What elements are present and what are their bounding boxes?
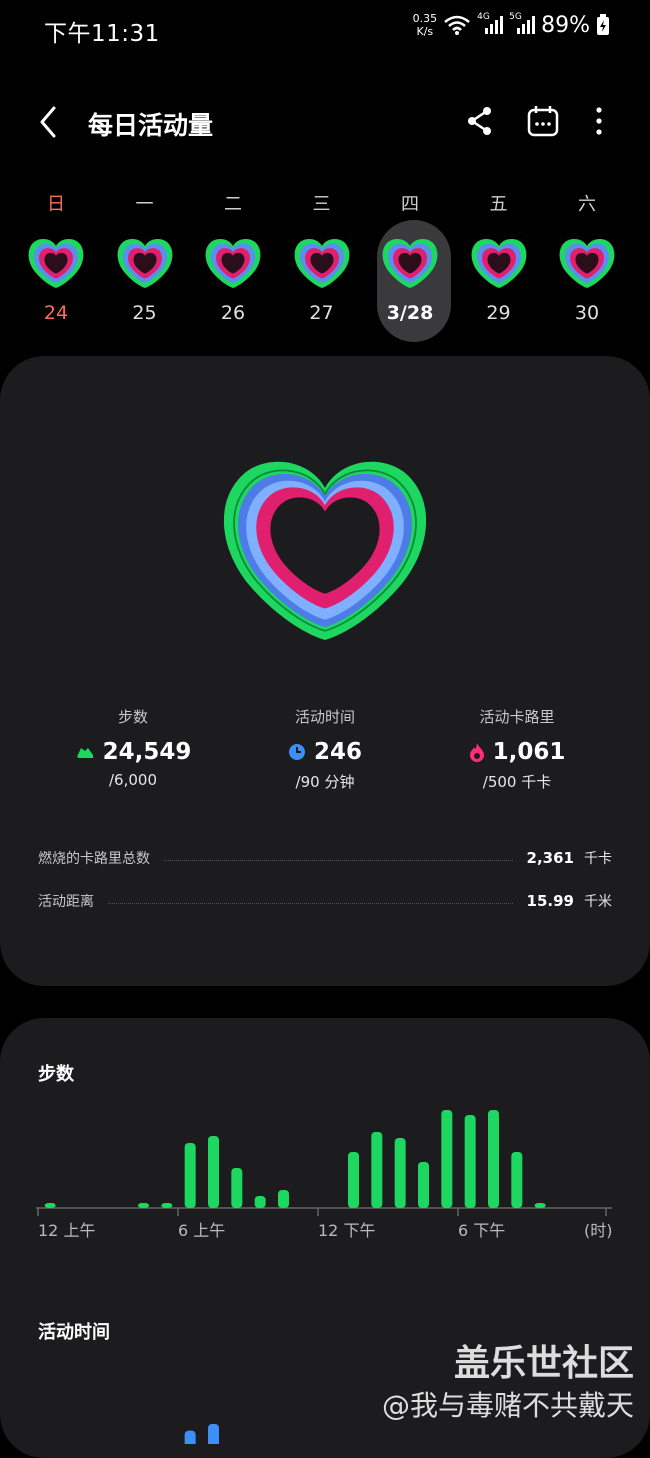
bar-hour-6 — [184, 1430, 196, 1444]
bar-hour-19 — [488, 1110, 499, 1208]
day-heart-icon — [294, 238, 349, 288]
day-heart-icon — [28, 238, 84, 288]
day-number: 26 — [220, 302, 246, 324]
x-tick-label: (时) — [584, 1221, 613, 1240]
day-letter: 日 — [47, 194, 65, 215]
day-heart-icon — [205, 238, 261, 288]
bar-hour-13 — [348, 1152, 359, 1208]
active-time-value: 246 — [313, 739, 362, 765]
back-icon[interactable] — [34, 104, 64, 140]
day-number: 30 — [574, 302, 600, 324]
bar-hour-4 — [138, 1203, 149, 1208]
x-tick-label: 12 下午 — [318, 1221, 375, 1240]
day-letter: 四 — [401, 194, 419, 215]
watermark-title: 盖乐世社区 — [453, 1343, 634, 1384]
clock-icon — [288, 744, 305, 760]
day-letter: 五 — [489, 194, 508, 215]
bar-hour-7 — [208, 1424, 219, 1444]
bar-hour-7 — [208, 1136, 219, 1208]
stat-active-calories[interactable]: 活动卡路里 1,061 /500 千卡 — [422, 706, 612, 792]
day-heart-icon — [559, 238, 615, 288]
active-calories-goal: /500 千卡 — [482, 773, 552, 791]
bar-hour-18 — [464, 1115, 476, 1208]
calendar-icon[interactable] — [526, 104, 560, 138]
shoe-icon — [76, 748, 93, 758]
stat-steps[interactable]: 步数 24,549 /6,000 — [38, 706, 228, 789]
day-heart-icon — [382, 238, 438, 288]
distance-row: 活动距离 15.99 千米 — [38, 892, 612, 910]
bar-hour-15 — [394, 1138, 406, 1208]
total-calories-row: 燃烧的卡路里总数 2,361 千卡 — [38, 849, 612, 867]
battery-percent: 89% — [541, 12, 590, 38]
bar-hour-14 — [371, 1132, 383, 1208]
week-selector: 日 24 一 25 二 26 三 27 四 3/28 五 29 六 30 — [16, 182, 634, 342]
bar-hour-20 — [511, 1152, 523, 1208]
bar-hour-6 — [184, 1143, 196, 1208]
battery-charging-icon — [597, 14, 609, 35]
day-heart-icon — [117, 238, 172, 288]
bar-hour-16 — [418, 1162, 429, 1208]
x-tick-label: 12 上午 — [38, 1221, 95, 1240]
status-icons: 0.35 K/s 4G 5G 89% — [413, 12, 610, 38]
bar-hour-10 — [278, 1190, 289, 1208]
flame-icon — [469, 743, 484, 762]
day-number: 24 — [43, 302, 69, 324]
active-time-goal: /90 分钟 — [295, 773, 355, 791]
day-heart-icon — [471, 238, 526, 288]
steps-goal: /6,000 — [109, 771, 157, 789]
day-number: 27 — [309, 302, 334, 324]
wifi-icon — [444, 15, 470, 35]
watermark-author: @我与毒赌不共戴天 — [381, 1389, 634, 1422]
day-number: 29 — [486, 302, 511, 324]
day-letter: 二 — [224, 194, 242, 215]
net-speed: 0.35 K/s — [412, 12, 438, 38]
signal-4g-icon: 4G — [477, 12, 504, 36]
day-letter: 一 — [135, 194, 154, 215]
x-tick-label: 6 上午 — [178, 1221, 225, 1240]
day-letter: 三 — [312, 194, 331, 215]
steps-value: 24,549 — [102, 739, 192, 765]
bar-hour-8 — [231, 1168, 243, 1208]
bar-hour-9 — [254, 1196, 266, 1208]
day-letter: 六 — [578, 194, 596, 215]
status-time: 下午11:31 — [44, 21, 160, 47]
stat-active-time[interactable]: 活动时间 246 /90 分钟 — [230, 706, 420, 792]
signal-5g-icon: 5G — [509, 12, 536, 36]
more-options-icon[interactable] — [584, 104, 614, 138]
page-title: 每日活动量 — [88, 111, 214, 140]
steps-chart-title: 步数 — [38, 1064, 74, 1085]
share-icon[interactable] — [463, 104, 497, 138]
day-number: 3/28 — [386, 302, 434, 324]
activity-rings-heart-icon — [223, 461, 427, 640]
active-calories-value: 1,061 — [492, 739, 566, 765]
bar-hour-5 — [161, 1203, 173, 1208]
x-tick-label: 6 下午 — [458, 1221, 505, 1240]
bar-hour-17 — [441, 1110, 453, 1208]
steps-chart[interactable]: 12 上午 6 上午 12 下午 6 下午 (时) — [36, 1100, 616, 1245]
active-time-chart-title: 活动时间 — [38, 1322, 110, 1343]
bar-hour-21 — [534, 1203, 546, 1208]
day-number: 25 — [132, 302, 157, 324]
bar-hour-0 — [44, 1203, 56, 1208]
